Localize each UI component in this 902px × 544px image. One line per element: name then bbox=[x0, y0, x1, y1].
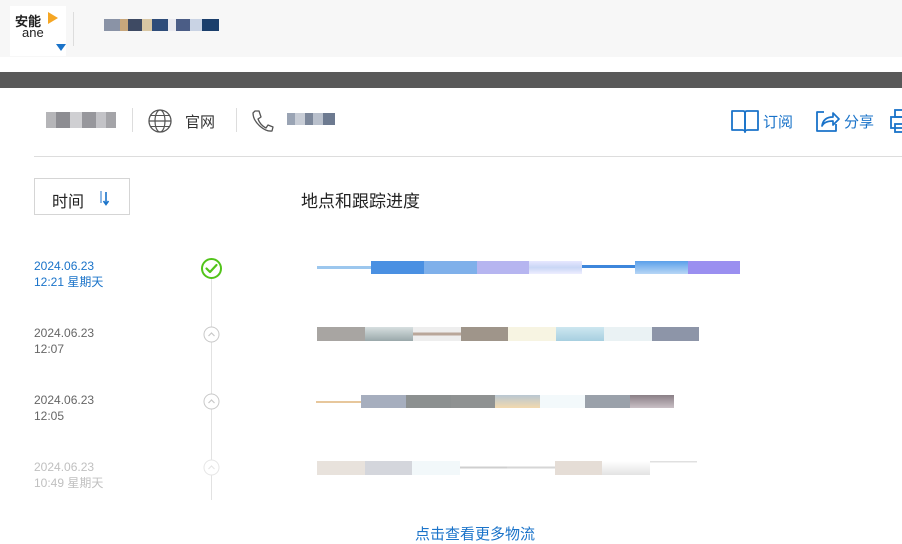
share-button[interactable]: 分享 bbox=[844, 111, 874, 132]
globe-icon bbox=[148, 109, 172, 133]
info-divider bbox=[236, 108, 237, 132]
sort-by-time-button[interactable]: 时间 bbox=[34, 178, 130, 215]
event-datetime: 2024.06.23 12:21 星期天 bbox=[34, 258, 103, 290]
event-datetime: 2024.06.23 12:07 bbox=[34, 325, 94, 357]
brand-logo[interactable]: 安能 ane bbox=[10, 6, 66, 56]
website-link[interactable]: 官网 bbox=[185, 111, 215, 132]
redacted-tracking-number bbox=[104, 19, 219, 31]
redacted-company-name bbox=[46, 112, 116, 128]
redacted-phone-number bbox=[287, 113, 335, 125]
event-date: 2024.06.23 bbox=[34, 460, 95, 474]
chevron-up-circle-icon bbox=[203, 393, 220, 410]
event-date: 2024.06.23 bbox=[34, 326, 95, 340]
event-datetime: 2024.06.23 12:05 bbox=[34, 392, 94, 424]
top-divider bbox=[73, 12, 74, 46]
printer-icon[interactable] bbox=[890, 107, 902, 135]
top-bar: 安能 ane bbox=[0, 0, 902, 57]
sort-desc-icon bbox=[100, 191, 110, 206]
book-icon[interactable] bbox=[730, 107, 760, 135]
share-icon[interactable] bbox=[813, 107, 841, 135]
view-more-logistics-link[interactable]: 点击查看更多物流 bbox=[415, 523, 535, 544]
chevron-up-circle-icon bbox=[203, 459, 220, 476]
caret-down-icon[interactable] bbox=[56, 44, 66, 51]
section-divider bbox=[34, 156, 902, 157]
redacted-event-description bbox=[317, 461, 697, 475]
chevron-up-circle-icon bbox=[203, 326, 220, 343]
phone-icon bbox=[252, 110, 274, 132]
tracking-column-title: 地点和跟踪进度 bbox=[301, 192, 420, 211]
event-time: 12:21 星期天 bbox=[34, 275, 104, 289]
sort-label: 时间 bbox=[52, 194, 85, 211]
event-date: 2024.06.23 bbox=[34, 259, 95, 273]
subscribe-button[interactable]: 订阅 bbox=[763, 111, 793, 132]
event-time: 12:05 bbox=[34, 409, 65, 423]
progress-header-bar bbox=[0, 72, 902, 88]
check-circle-icon bbox=[201, 258, 222, 279]
event-time: 10:49 星期天 bbox=[34, 476, 104, 490]
redacted-event-description bbox=[317, 327, 699, 341]
redacted-event-description bbox=[317, 261, 740, 274]
event-datetime: 2024.06.23 10:49 星期天 bbox=[34, 459, 103, 491]
logo-flag-icon bbox=[48, 12, 58, 24]
redacted-event-description bbox=[316, 395, 674, 408]
event-date: 2024.06.23 bbox=[34, 393, 95, 407]
logo-text-en: ane bbox=[22, 25, 44, 40]
info-divider bbox=[132, 108, 133, 132]
event-time: 12:07 bbox=[34, 342, 65, 356]
